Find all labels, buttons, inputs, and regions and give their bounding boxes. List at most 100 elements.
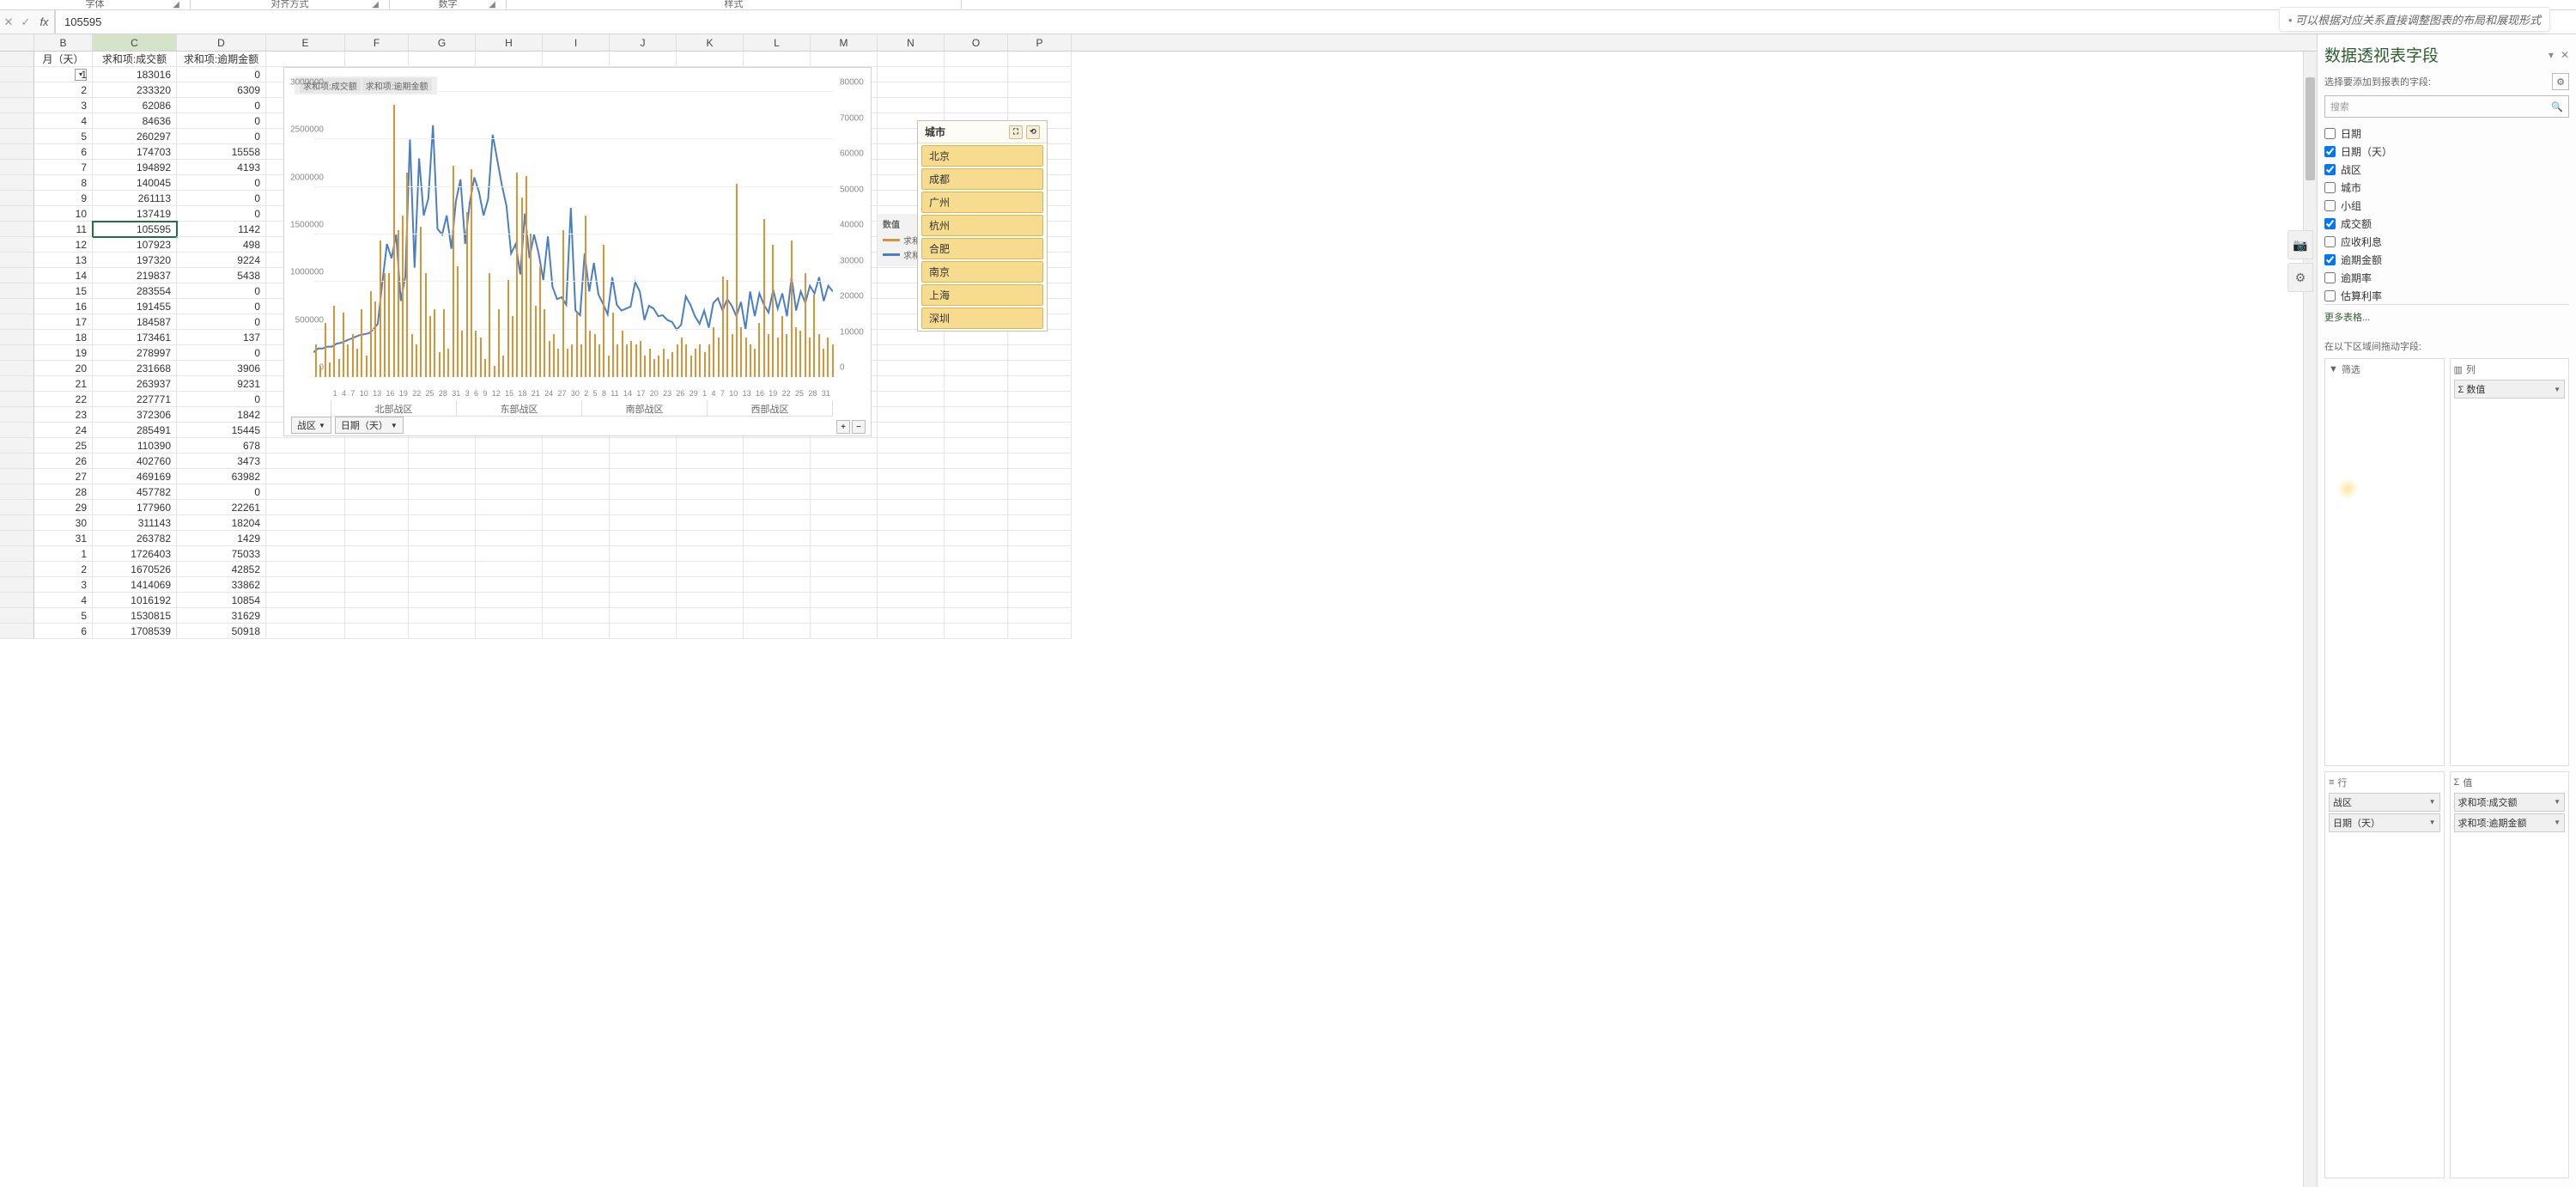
cell[interactable] [811, 484, 878, 500]
cell[interactable] [409, 531, 476, 546]
cell[interactable] [744, 593, 811, 608]
cell[interactable] [878, 453, 945, 469]
cell[interactable] [744, 500, 811, 515]
cell[interactable]: 4 [34, 593, 93, 608]
cell[interactable] [610, 52, 677, 67]
field-checkbox[interactable] [2324, 218, 2336, 229]
cell[interactable] [945, 361, 1008, 376]
cell[interactable]: 0 [177, 283, 266, 299]
cell[interactable]: 4 [34, 113, 93, 129]
cell[interactable] [878, 577, 945, 593]
field-checkbox[interactable] [2324, 164, 2336, 175]
cell[interactable] [945, 593, 1008, 608]
cell[interactable]: 0 [177, 67, 266, 82]
cell[interactable]: 42852 [177, 562, 266, 577]
row-header[interactable] [0, 469, 34, 484]
slicer-item[interactable]: 合肥 [921, 238, 1043, 259]
cell[interactable] [744, 608, 811, 624]
cell[interactable]: 14 [34, 268, 93, 283]
cell[interactable]: 84636 [93, 113, 177, 129]
field-checkbox[interactable] [2324, 254, 2336, 265]
row-header[interactable] [0, 314, 34, 330]
cell[interactable] [409, 562, 476, 577]
cell[interactable]: 15 [34, 283, 93, 299]
row-header[interactable] [0, 67, 34, 82]
cell[interactable] [345, 500, 409, 515]
cell[interactable]: 110390 [93, 438, 177, 453]
cell[interactable] [811, 531, 878, 546]
row-header[interactable] [0, 113, 34, 129]
chart-filter-zone[interactable]: 战区 ▼ [291, 417, 331, 434]
cell[interactable]: 372306 [93, 407, 177, 423]
cell[interactable]: 311143 [93, 515, 177, 531]
cell[interactable]: 233320 [93, 82, 177, 98]
cell[interactable]: 402760 [93, 453, 177, 469]
row-header[interactable] [0, 624, 34, 639]
cell[interactable]: 9 [34, 191, 93, 206]
cell[interactable] [1008, 469, 1072, 484]
column-header[interactable]: F [345, 34, 409, 51]
cell[interactable] [945, 469, 1008, 484]
cell[interactable] [1008, 98, 1072, 113]
field-row[interactable]: 成交额 [2324, 215, 2569, 233]
cell[interactable]: 6 [34, 144, 93, 160]
cell[interactable] [266, 453, 345, 469]
cell[interactable] [677, 484, 744, 500]
cell[interactable] [345, 624, 409, 639]
cell[interactable] [610, 546, 677, 562]
cell[interactable] [1008, 67, 1072, 82]
cell[interactable] [543, 624, 610, 639]
cell[interactable] [945, 345, 1008, 361]
column-header[interactable]: C [93, 34, 177, 51]
worksheet-grid[interactable]: BCDEFGHIJKLMNOP 月（天）求和项:成交额求和项:逾期金额11830… [0, 34, 2317, 1187]
cell[interactable] [744, 624, 811, 639]
cell[interactable]: 0 [177, 175, 266, 191]
row-header[interactable] [0, 222, 34, 237]
cell[interactable]: 3 [34, 98, 93, 113]
cell[interactable] [610, 577, 677, 593]
cell[interactable] [811, 577, 878, 593]
field-checkbox[interactable] [2324, 272, 2336, 283]
row-header[interactable] [0, 376, 34, 392]
cell[interactable] [266, 624, 345, 639]
row-header[interactable] [0, 515, 34, 531]
row-header[interactable] [0, 299, 34, 314]
cell[interactable]: 27 [34, 469, 93, 484]
cell[interactable]: 1 [34, 546, 93, 562]
row-header[interactable] [0, 608, 34, 624]
field-row[interactable]: 日期 [2324, 125, 2569, 143]
cell[interactable] [266, 608, 345, 624]
cell[interactable]: 33862 [177, 577, 266, 593]
cell[interactable] [1008, 608, 1072, 624]
accept-icon[interactable]: ✓ [17, 15, 34, 29]
more-tables-link[interactable]: 更多表格... [2324, 310, 2569, 324]
cell[interactable]: 7 [34, 160, 93, 175]
cell[interactable] [266, 562, 345, 577]
cell[interactable] [543, 531, 610, 546]
cell[interactable] [476, 453, 543, 469]
cell[interactable]: 0 [177, 314, 266, 330]
chart-collapse-button[interactable]: − [852, 420, 866, 434]
cell[interactable] [409, 577, 476, 593]
chevron-down-icon[interactable]: ▾ [2549, 49, 2554, 61]
cell[interactable] [945, 392, 1008, 407]
cell[interactable] [945, 608, 1008, 624]
slicer-item[interactable]: 南京 [921, 261, 1043, 283]
column-header[interactable]: M [811, 34, 878, 51]
cell[interactable]: 5 [34, 129, 93, 144]
row-header[interactable] [0, 531, 34, 546]
cell[interactable] [878, 345, 945, 361]
cell[interactable] [1008, 577, 1072, 593]
cell[interactable]: 0 [177, 299, 266, 314]
cell[interactable] [476, 52, 543, 67]
cell[interactable] [677, 469, 744, 484]
cell[interactable] [945, 82, 1008, 98]
cell[interactable] [543, 608, 610, 624]
column-header[interactable]: B [34, 34, 93, 51]
slicer-item[interactable]: 上海 [921, 284, 1043, 306]
cell[interactable]: 174703 [93, 144, 177, 160]
field-search-input[interactable]: 搜索 🔍 [2324, 95, 2569, 118]
cell[interactable]: 107923 [93, 237, 177, 253]
cell[interactable] [543, 546, 610, 562]
cell[interactable] [811, 562, 878, 577]
